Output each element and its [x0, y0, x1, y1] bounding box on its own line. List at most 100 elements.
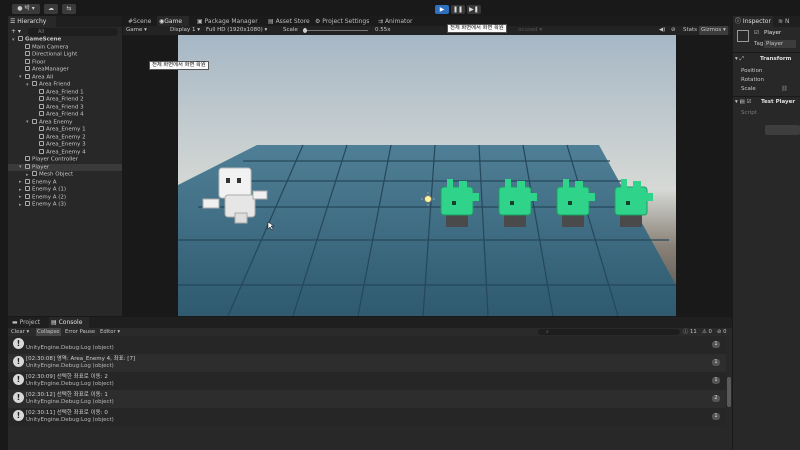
hierarchy-item[interactable]: Main Camera [8, 43, 122, 52]
hierarchy-item[interactable]: Area_Friend 4 [8, 111, 122, 119]
tab-console[interactable]: ▤ Console [49, 317, 89, 328]
hierarchy-item-label: Area_Enemy 2 [46, 134, 86, 140]
hierarchy-item-label: Enemy A [32, 179, 57, 185]
console-search-input[interactable]: ⌕ [538, 329, 680, 335]
hierarchy-item[interactable]: Directional Light [8, 51, 122, 59]
tab-navigation[interactable]: ≋ N [776, 16, 796, 27]
transform-header[interactable]: Transform [760, 56, 791, 62]
hierarchy-item[interactable]: ▾ Area Enemy [8, 118, 122, 127]
console-log-entry[interactable]: ! [02:30:09] 선택한 좌표로 이동: 2 UnityEngine.Deb… [8, 372, 726, 390]
console-log-entry[interactable]: ! [02:30:12] 선택한 좌표로 이동: 1 UnityEngine.Deb… [8, 390, 726, 408]
hierarchy-item[interactable]: ▾ Area Friend [8, 81, 122, 89]
tab-hierarchy[interactable]: ☰ Hierarchy [8, 16, 56, 27]
info-message-icon: ! [13, 374, 24, 385]
cloud-icon: ☁ [48, 5, 54, 12]
hierarchy-item[interactable]: Area_Enemy 2 [8, 133, 122, 142]
divider [733, 96, 800, 97]
gizmos-dropdown[interactable]: Gizmos ▾ [699, 26, 728, 35]
play-icon: ▶ [439, 6, 445, 13]
game-mode-dropdown[interactable]: Game ▾ [126, 26, 147, 35]
object-name-field[interactable]: Player [764, 30, 781, 36]
focused-dropdown[interactable]: ocused ▾ [518, 26, 542, 35]
log-count-badge: 1 [712, 413, 720, 420]
hierarchy-item[interactable]: Area_Enemy 4 [8, 148, 122, 157]
mute-toggle-icon[interactable]: ⊘ [671, 26, 676, 35]
hierarchy-item[interactable]: ▸ Mesh Object [8, 171, 122, 179]
hierarchy-item[interactable]: Area_Enemy 3 [8, 141, 122, 149]
hierarchy-item[interactable]: Area_Friend 1 [8, 88, 122, 97]
divider [733, 52, 800, 53]
hierarchy-item[interactable]: ▸ Enemy A (2) [8, 193, 122, 202]
hierarchy-item[interactable]: Player Controller [8, 156, 122, 164]
tag-dropdown[interactable]: Player [764, 40, 796, 48]
pause-icon: ❚❚ [452, 6, 464, 13]
script-label: Script [741, 110, 757, 116]
account-button[interactable]: ● 박 ▾ [12, 4, 40, 14]
console-log-entry[interactable]: ! [02:30:11] 선택한 좌표로 이동: 0 UnityEngine.Deb… [8, 408, 726, 426]
collapse-toggle[interactable]: Collapse [36, 328, 61, 336]
hierarchy-item[interactable]: ▸ Enemy A (3) [8, 201, 122, 209]
info-filter-toggle[interactable]: ⓘ 11 [683, 328, 697, 336]
hierarchy-item-label: GameScene [25, 36, 62, 43]
hierarchy-item[interactable]: AreaManager [8, 66, 122, 74]
hierarchy-item-label: Area_Friend 3 [46, 104, 84, 110]
hierarchy-item[interactable]: ▾ Player [8, 163, 122, 171]
cloud-button[interactable]: ☁ [44, 4, 58, 14]
display-dropdown[interactable]: Display 1 ▾ [170, 26, 200, 35]
scale-slider-handle[interactable] [303, 28, 307, 33]
scale-link-icon[interactable]: ⛓ [781, 86, 788, 92]
hierarchy-item[interactable]: Area_Enemy 1 [8, 126, 122, 134]
account-icon: ● [17, 5, 23, 12]
speaker-icon[interactable]: ◀) [659, 26, 665, 35]
hierarchy-item[interactable]: ▾ GameScene [8, 36, 122, 44]
console-scrollbar[interactable] [727, 377, 731, 407]
test-player-foldout-icon[interactable]: ▾ ▤ ☑ [735, 99, 751, 105]
scale-label: Scale [741, 86, 756, 92]
gameobject-icon [39, 96, 44, 101]
hierarchy-item-label: Player [32, 164, 50, 170]
resolution-dropdown[interactable]: Full HD (1920x1080) ▾ [206, 26, 267, 35]
tab-scene-label: Scene [133, 18, 152, 25]
gameobject-icon [737, 30, 749, 42]
gameobject-icon [32, 118, 37, 124]
hierarchy-item[interactable]: ▾ Area All [8, 73, 122, 82]
console-log-entry[interactable]: ! UnityEngine.Debug:Log (object) 1 [8, 336, 726, 354]
hierarchy-item[interactable]: ▸ Enemy A (1) [8, 186, 122, 194]
add-component-button[interactable] [765, 125, 800, 135]
collab-button[interactable]: ⇆ [62, 4, 76, 14]
hierarchy-item[interactable]: ▸ Enemy A [8, 178, 122, 187]
editor-dropdown[interactable]: Editor ▾ [100, 328, 120, 336]
hierarchy-search-input[interactable]: All [28, 28, 118, 36]
add-object-button[interactable]: + ▾ [11, 28, 21, 35]
error-pause-toggle[interactable]: Error Pause [65, 328, 95, 336]
console-log-entry[interactable]: ! [02:30:08] 영역: Area_Enemy 4, 좌표: [7] Uni… [8, 354, 726, 372]
pause-button[interactable]: ❚❚ [451, 5, 465, 14]
tab-inspector-label: Inspector [742, 18, 771, 25]
clear-button[interactable]: Clear ▾ [11, 328, 29, 336]
hierarchy-item[interactable]: Area_Friend 2 [8, 96, 122, 104]
hierarchy-item-label: Area_Enemy 1 [46, 126, 86, 133]
gameobject-icon [25, 193, 30, 199]
log-count-badge: 1 [712, 359, 720, 366]
gameobject-icon [32, 171, 37, 176]
scale-slider[interactable] [303, 28, 368, 33]
console-toolbar: Clear ▾ Collapse Error Pause Editor ▾ ⌕ … [8, 328, 732, 336]
gameobject-icon [39, 126, 44, 131]
gameobject-icon [39, 133, 44, 139]
inspector-tabbar: ⓘ Inspector ≋ N [733, 16, 800, 27]
tab-game-label: Game [164, 18, 183, 25]
tab-inspector[interactable]: ⓘ Inspector [733, 16, 773, 27]
warning-filter-toggle[interactable]: ⚠ 0 [702, 328, 712, 336]
transform-foldout-icon[interactable]: ▾ ⤢ [735, 56, 744, 63]
test-player-header[interactable]: Test Player [761, 99, 795, 105]
step-button[interactable]: ▶❚ [467, 5, 481, 14]
active-checkbox[interactable]: ☑ [754, 30, 759, 36]
tab-project[interactable]: ▬ Project [10, 317, 46, 328]
hierarchy-item[interactable]: Area_Friend 3 [8, 103, 122, 112]
gameobject-icon [39, 148, 44, 154]
hierarchy-item-label: Floor [32, 59, 46, 65]
hierarchy-item[interactable]: Floor [8, 58, 122, 67]
stats-button[interactable]: Stats [683, 26, 697, 35]
error-filter-toggle[interactable]: ⊘ 0 [717, 328, 727, 336]
play-button[interactable]: ▶ [435, 5, 449, 14]
